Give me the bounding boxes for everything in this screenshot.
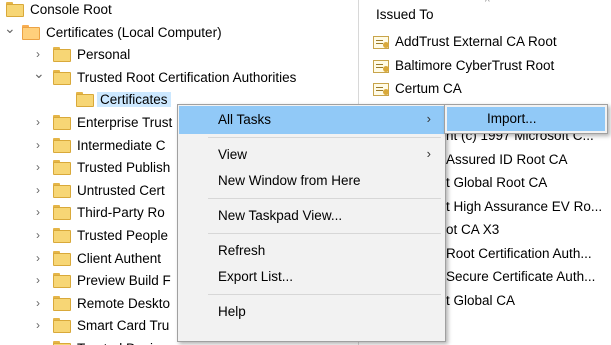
tree-node-label: Intermediate C <box>77 137 166 153</box>
menu-item-label: Refresh <box>218 243 266 258</box>
folder-icon <box>53 205 71 221</box>
menu-separator <box>208 137 441 138</box>
menu-item-new-taskpad-view[interactable]: New Taskpad View... <box>180 203 443 229</box>
folder-icon <box>53 182 71 198</box>
tree-node-label: Enterprise Trust <box>77 115 173 130</box>
list-row-issued-to: Secure Certificate Auth... <box>446 269 596 284</box>
certificate-icon <box>373 59 391 74</box>
folder-icon <box>53 115 71 130</box>
folder-icon <box>53 250 71 266</box>
list-row-issued-to: t High Assurance EV Ro... <box>446 198 603 214</box>
menu-item-export-list[interactable]: Export List... <box>180 264 443 290</box>
tree-node-label: Certificates <box>97 92 171 108</box>
tree-node-label: Third-Party Ro <box>77 205 165 221</box>
tree-node-label: Certificates (Local Computer) <box>46 24 222 40</box>
tree-node-label: Personal <box>77 47 131 63</box>
certificate-icon <box>373 83 391 97</box>
folder-icon <box>76 92 94 108</box>
chevron-right-icon[interactable]: › <box>33 274 43 286</box>
chevron-right-icon[interactable]: › <box>33 297 43 309</box>
tree-node[interactable]: Console Root <box>0 0 358 21</box>
menu-item-refresh[interactable]: Refresh <box>180 238 443 264</box>
tree-node-label: Trusted Devices <box>77 341 174 345</box>
folder-icon <box>6 2 24 17</box>
menu-item-view[interactable]: View › <box>180 142 443 168</box>
chevron-right-icon[interactable]: › <box>33 184 43 196</box>
chevron-right-icon[interactable]: › <box>33 161 43 173</box>
list-row-issued-to: t Global Root CA <box>446 175 548 190</box>
list-row-issued-to: Certum CA <box>395 81 462 96</box>
tree-node-label: Preview Build F <box>77 273 171 289</box>
chevron-down-icon[interactable]: ⌄ <box>33 66 45 80</box>
column-header-issued-to[interactable]: Issued To <box>376 7 434 22</box>
list-row[interactable]: AddTrust External CA Root <box>359 31 611 54</box>
menu-item-all-tasks[interactable]: All Tasks › <box>179 106 444 134</box>
chevron-right-icon: › <box>426 146 431 161</box>
chevron-right-icon[interactable]: › <box>33 139 43 151</box>
chevron-right-icon[interactable]: › <box>33 319 43 331</box>
tree-node-label: Trusted Root Certification Authorities <box>77 69 297 85</box>
list-row-issued-to: Root Certification Auth... <box>446 245 592 261</box>
tree-node-label: Trusted People <box>77 228 169 243</box>
folder-icon <box>53 47 71 63</box>
tree-node[interactable]: ⌄ Certificates (Local Computer) <box>0 21 358 44</box>
context-menu: All Tasks › View › New Window from Here New T… <box>177 104 446 342</box>
folder-icon <box>53 295 71 311</box>
list-row[interactable]: Certum CA <box>359 78 611 101</box>
tree-node-label: Smart Card Tru <box>77 318 170 334</box>
menu-separator <box>208 233 441 234</box>
folder-icon <box>53 228 71 243</box>
folder-icon <box>53 69 71 85</box>
list-row-issued-to: ot CA X3 <box>446 222 500 237</box>
menu-item-import[interactable]: Import... <box>447 107 605 131</box>
tree-node-label: Client Authent <box>77 250 162 266</box>
tree-node-label: Untrusted Cert <box>77 182 165 198</box>
certificate-icon <box>373 36 391 50</box>
chevron-right-icon[interactable]: › <box>33 252 43 264</box>
list-row-issued-to: t Global CA <box>446 292 516 308</box>
menu-item-label: Help <box>218 304 246 319</box>
menu-item-label: Export List... <box>218 269 294 284</box>
menu-separator <box>208 294 441 295</box>
chevron-down-icon[interactable]: ⌄ <box>4 21 16 35</box>
menu-item-help[interactable]: Help <box>180 299 443 325</box>
menu-item-label: Import... <box>487 111 537 126</box>
sort-caret-icon: ^ <box>485 0 490 8</box>
list-row-issued-to: Baltimore CyberTrust Root <box>395 57 555 73</box>
folder-icon <box>53 273 71 289</box>
chevron-right-icon[interactable]: › <box>33 116 43 128</box>
menu-item-label: New Taskpad View... <box>218 208 343 223</box>
menu-item-label: All Tasks <box>218 112 272 127</box>
list-row-issued-to: Assured ID Root CA <box>446 151 568 167</box>
folder-icon <box>53 341 71 345</box>
chevron-right-icon[interactable]: › <box>33 48 43 60</box>
list-column-header[interactable]: Issued To ^ <box>359 0 611 32</box>
menu-separator <box>208 198 441 199</box>
tree-node-label: Console Root <box>30 2 112 17</box>
chevron-right-icon[interactable]: › <box>33 206 43 218</box>
chevron-right-icon[interactable]: › <box>33 229 43 241</box>
folder-icon <box>53 160 71 176</box>
cert-store-icon <box>22 24 40 40</box>
folder-icon <box>53 318 71 334</box>
list-row[interactable]: Baltimore CyberTrust Root <box>359 55 611 78</box>
all-tasks-submenu: Import... <box>444 104 608 134</box>
list-row-issued-to: AddTrust External CA Root <box>395 34 557 49</box>
menu-item-label: View <box>218 147 248 162</box>
tree-node-label: Trusted Publish <box>77 160 171 176</box>
folder-icon <box>53 137 71 153</box>
tree-node-label: Remote Deskto <box>77 295 171 311</box>
tree-node[interactable]: ⌄ Trusted Root Certification Authorities <box>0 66 358 89</box>
menu-item-label: New Window from Here <box>218 173 361 188</box>
tree-node[interactable]: › Personal <box>0 43 358 66</box>
menu-item-new-window-from-here[interactable]: New Window from Here <box>180 168 443 194</box>
chevron-right-icon: › <box>426 111 431 126</box>
